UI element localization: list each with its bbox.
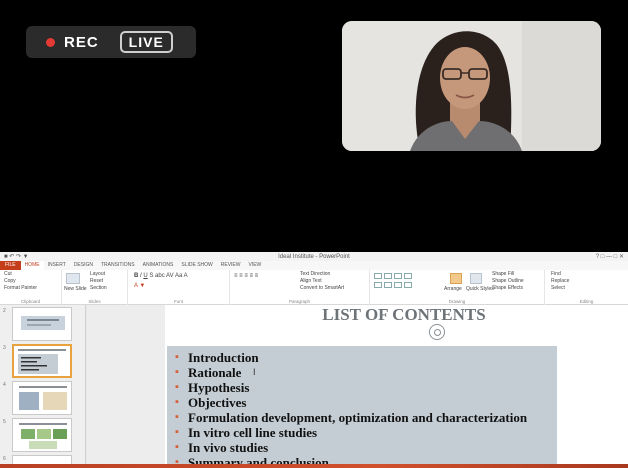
presenter-camera-tile (342, 21, 601, 151)
shape-gallery-item[interactable] (384, 282, 392, 288)
bullet-list: Introduction Rationale Hypothesis Object… (174, 350, 527, 468)
record-dot-icon (46, 37, 55, 47)
slide-thumbnail-pane: 2 3 4 5 6 (0, 305, 86, 468)
slide-editor: LIST OF CONTENTS Introduction Rationale … (87, 305, 628, 468)
slide-number: 6 (3, 456, 6, 462)
title-bar: ■ ↶ ↷ ▼ Ideal Institute - PowerPoint ? □… (0, 252, 628, 261)
window-title: Ideal Institute - PowerPoint (278, 253, 350, 260)
emblem-icon (429, 324, 445, 340)
align-text-button[interactable]: Align Text (300, 278, 322, 284)
convert-smartart-button[interactable]: Convert to SmartArt (300, 285, 344, 291)
font-group-label: Font (173, 299, 183, 304)
font-style-buttons[interactable]: B I U S abc AV Aa A (134, 273, 188, 279)
presenter-video-feed (342, 21, 601, 151)
new-slide-button[interactable]: New Slide (64, 286, 87, 292)
shape-gallery-item[interactable] (394, 273, 402, 279)
tab-view[interactable]: VIEW (245, 261, 266, 270)
bottom-taskbar-strip (0, 464, 628, 468)
tab-design[interactable]: DESIGN (70, 261, 97, 270)
tab-transitions[interactable]: TRANSITIONS (97, 261, 139, 270)
quick-styles-button[interactable]: Quick Styles (466, 286, 494, 292)
live-badge: LIVE (119, 31, 173, 53)
bullet-item: In vivo studies (174, 440, 527, 455)
cut-button[interactable]: Cut (4, 271, 12, 277)
slides-group-label: Slides (88, 299, 101, 304)
slide-thumbnail-preview (18, 349, 66, 374)
window-controls[interactable]: ? □ — □ ✕ (596, 253, 624, 260)
text-cursor-icon: I (253, 367, 256, 377)
shape-gallery-item[interactable] (404, 273, 412, 279)
format-painter-button[interactable]: Format Painter (4, 285, 37, 291)
ribbon-tabs: FILE HOME INSERT DESIGN TRANSITIONS ANIM… (0, 261, 628, 270)
slide-title: LIST OF CONTENTS (322, 305, 486, 324)
tab-home[interactable]: HOME (20, 261, 44, 270)
slide-thumbnail-preview (19, 386, 67, 410)
content-textbox[interactable]: Introduction Rationale Hypothesis Object… (167, 346, 557, 468)
layout-button[interactable]: Layout (90, 271, 105, 277)
workspace: 2 3 4 5 6 LIST OF CONTENTS ▪ Introductio… (0, 305, 628, 468)
slide-thumbnail-preview (21, 316, 65, 330)
quick-styles-icon[interactable] (470, 273, 482, 284)
tab-insert[interactable]: INSERT (44, 261, 70, 270)
reset-button[interactable]: Reset (90, 278, 103, 284)
rec-label: REC (64, 33, 99, 51)
shape-effects-button[interactable]: Shape Effects (492, 285, 523, 291)
slide-thumbnail[interactable] (12, 307, 72, 341)
shape-gallery-item[interactable] (374, 273, 382, 279)
section-button[interactable]: Section (90, 285, 107, 291)
shape-fill-button[interactable]: Shape Fill (492, 271, 514, 277)
arrange-icon[interactable] (450, 273, 462, 284)
replace-button[interactable]: Replace (551, 278, 569, 284)
clipboard-group-label: Clipboard (20, 299, 41, 304)
shape-gallery-item[interactable] (404, 282, 412, 288)
bullet-item: Formulation development, optimization an… (174, 410, 527, 425)
editing-group: Find Replace Select Editing (545, 270, 628, 305)
tab-review[interactable]: REVIEW (217, 261, 245, 270)
bullet-item: Rationale (174, 365, 527, 380)
slide-thumbnail[interactable] (12, 381, 72, 415)
find-button[interactable]: Find (551, 271, 561, 277)
drawing-group: Arrange Quick Styles Shape Fill Shape Ou… (370, 270, 545, 305)
arrange-button[interactable]: Arrange (444, 286, 462, 292)
slide-number: 3 (3, 345, 6, 351)
tab-slideshow[interactable]: SLIDE SHOW (177, 261, 216, 270)
new-slide-icon[interactable] (66, 273, 80, 284)
video-call-area: REC LIVE (0, 0, 628, 252)
editing-group-label: Editing (579, 299, 594, 304)
tab-file[interactable]: FILE (0, 261, 21, 270)
select-button[interactable]: Select (551, 285, 565, 291)
shape-outline-button[interactable]: Shape Outline (492, 278, 524, 284)
shape-gallery-item[interactable] (384, 273, 392, 279)
slide-number: 4 (3, 382, 6, 388)
tab-animations[interactable]: ANIMATIONS (139, 261, 178, 270)
drawing-group-label: Drawing (448, 299, 466, 304)
ribbon-home: Cut Copy Format Painter Clipboard New Sl… (0, 270, 628, 305)
current-slide[interactable]: LIST OF CONTENTS Introduction Rationale … (165, 305, 628, 468)
font-color-icon[interactable]: A ▼ (134, 283, 145, 289)
bullet-item: Objectives (174, 395, 527, 410)
shape-gallery-item[interactable] (374, 282, 382, 288)
bullet-item: Hypothesis (174, 380, 527, 395)
font-group: B I U S abc AV Aa A A ▼ Font (128, 270, 230, 305)
text-direction-button[interactable]: Text Direction (300, 271, 330, 277)
slide-number: 2 (3, 308, 6, 314)
slide-thumbnail-selected[interactable] (12, 344, 72, 378)
slides-group: New Slide Layout Reset Section Slides (62, 270, 128, 305)
slide-number: 5 (3, 419, 6, 425)
paragraph-buttons[interactable]: ≡ ≡ ≡ ≡ ≡ (234, 273, 258, 279)
recording-status-pill: REC LIVE (26, 26, 196, 58)
slide-thumbnail-preview (19, 423, 67, 449)
paragraph-group: ≡ ≡ ≡ ≡ ≡ Text Direction Align Text Conv… (230, 270, 370, 305)
powerpoint-window: ■ ↶ ↷ ▼ Ideal Institute - PowerPoint ? □… (0, 252, 628, 468)
slide-thumbnail[interactable] (12, 418, 72, 452)
bullet-item: In vitro cell line studies (174, 425, 527, 440)
paragraph-group-label: Paragraph (288, 299, 310, 304)
clipboard-group: Cut Copy Format Painter Clipboard (0, 270, 62, 305)
shape-gallery-item[interactable] (394, 282, 402, 288)
bullet-item: Introduction (174, 350, 527, 365)
copy-button[interactable]: Copy (4, 278, 16, 284)
